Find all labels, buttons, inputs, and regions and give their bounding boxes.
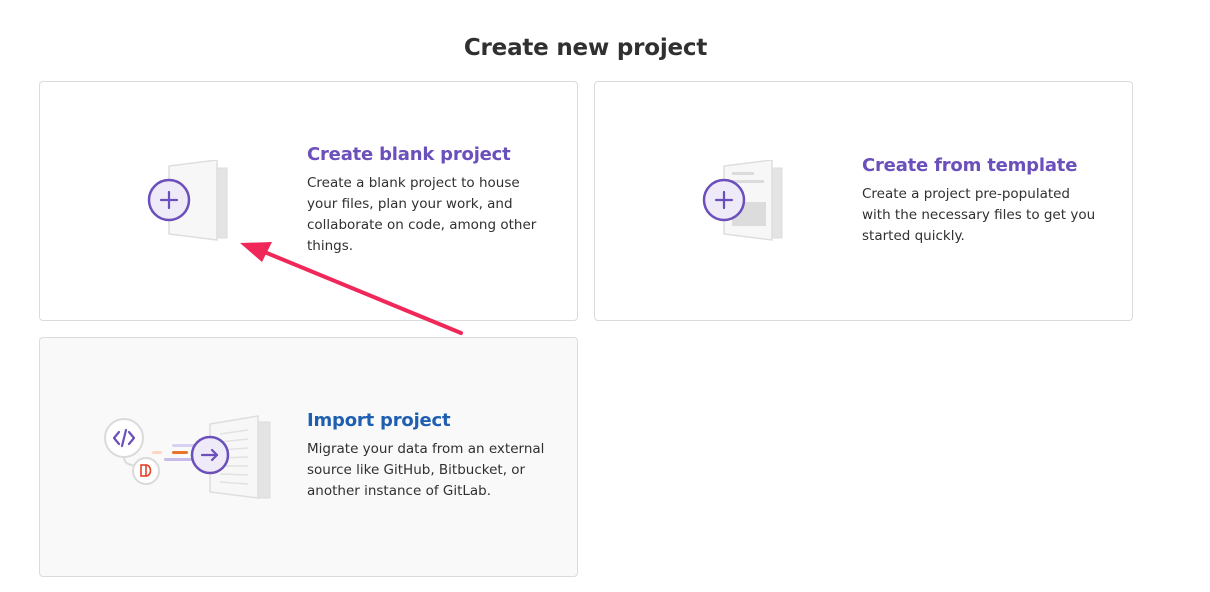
plus-circle-icon [702,178,746,222]
import-project-text: Import project Migrate your data from an… [307,410,547,502]
card-description: Create a blank project to house your fil… [307,175,537,254]
card-title[interactable]: Create from template [862,155,1102,176]
code-icon [104,418,144,458]
card-description: Create a project pre-populated with the … [862,186,1096,244]
create-blank-project-card[interactable]: Create blank project Create a blank proj… [39,81,578,321]
page-title: Create new project [463,35,708,62]
import-project-card[interactable]: Import project Migrate your data from an… [39,337,578,577]
arrow-right-circle-icon [190,435,230,475]
blank-project-illustration [145,159,235,242]
blank-project-text: Create blank project Create a blank proj… [307,144,539,257]
template-project-illustration [700,159,790,242]
template-project-text: Create from template Create a project pr… [862,155,1102,247]
card-title[interactable]: Import project [307,410,547,431]
repository-icon [132,457,160,485]
card-title[interactable]: Create blank project [307,144,539,165]
plus-circle-icon [147,178,191,222]
import-project-illustration [102,414,277,504]
card-description: Migrate your data from an external sourc… [307,441,545,499]
create-from-template-card[interactable]: Create from template Create a project pr… [594,81,1133,321]
